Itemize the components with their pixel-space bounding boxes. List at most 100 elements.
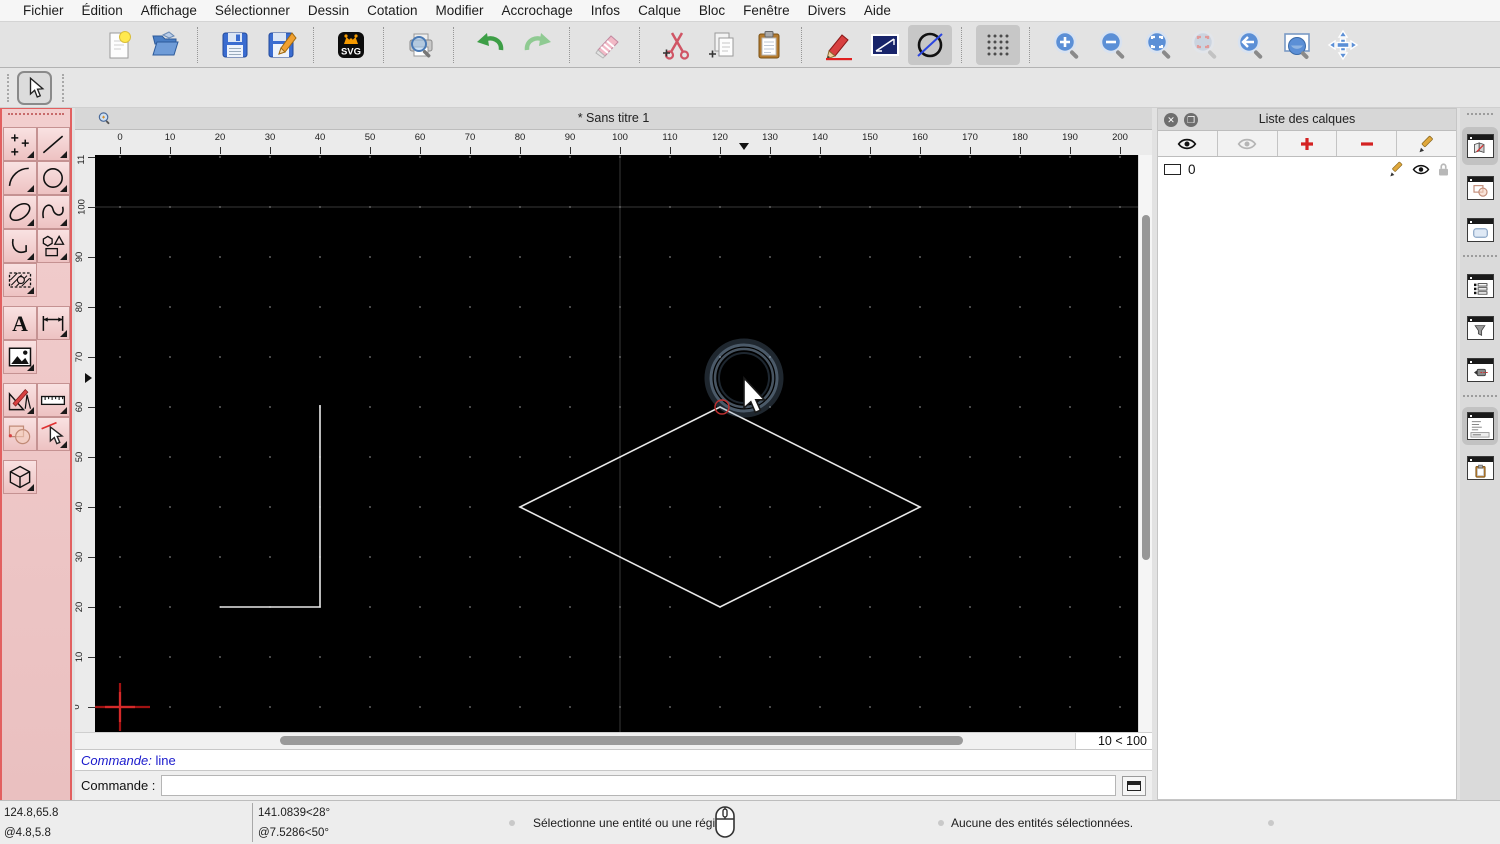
print-preview-button[interactable] [398, 24, 444, 66]
edit-layer-button[interactable] [1397, 131, 1456, 156]
line-attributes-button[interactable] [862, 24, 908, 66]
hruler-tick-label: 40 [314, 132, 326, 143]
image-tool[interactable] [3, 340, 37, 374]
dock-filter-button[interactable] [1462, 309, 1498, 347]
horizontal-scrollbar-thumb[interactable] [280, 736, 963, 745]
layer-color-swatch[interactable] [1164, 163, 1181, 175]
menu-item-fenetre[interactable]: Fenêtre [734, 3, 799, 18]
shapes-tool[interactable] [36, 229, 70, 263]
undo-icon [477, 32, 504, 50]
dock-blocks-button[interactable] [1462, 169, 1498, 207]
menu-item-cotation[interactable]: Cotation [358, 3, 426, 18]
float-panel-button[interactable]: ❐ [1184, 113, 1198, 127]
delete-button[interactable] [584, 24, 630, 66]
layers-toolbar [1158, 131, 1456, 157]
dimension-tool[interactable] [36, 306, 70, 340]
ellipse-tool[interactable] [3, 195, 37, 229]
hide-all-layers-button[interactable] [1218, 131, 1278, 156]
save-as-button[interactable] [258, 24, 304, 66]
arc-tool[interactable] [3, 161, 37, 195]
dock-clipboard-button[interactable] [1462, 449, 1498, 487]
menu-item-calque[interactable]: Calque [629, 3, 690, 18]
open-file-button[interactable] [142, 24, 188, 66]
add-layer-button[interactable] [1278, 131, 1338, 156]
zoom-in-button[interactable] [1044, 24, 1090, 66]
toolbar-separator [197, 26, 209, 63]
zoom-window-button[interactable] [1274, 24, 1320, 66]
modify-tool[interactable] [3, 383, 37, 417]
eraser-icon [595, 34, 619, 59]
dock-command-button[interactable] [1462, 407, 1498, 445]
circle-attributes-button[interactable] [908, 24, 952, 65]
menu-item-modifier[interactable]: Modifier [426, 3, 492, 18]
menu-item-divers[interactable]: Divers [799, 3, 855, 18]
close-panel-button[interactable]: ✕ [1164, 113, 1178, 127]
command-input[interactable] [161, 775, 1116, 796]
show-all-layers-button[interactable] [1158, 131, 1218, 156]
layers-panel-header: ✕ ❐ Liste des calques [1158, 109, 1456, 131]
menu-item-dessin[interactable]: Dessin [299, 3, 358, 18]
command-window-icon [1466, 412, 1494, 440]
grid-toggle-button[interactable] [976, 24, 1020, 65]
points-tool[interactable] [3, 127, 37, 161]
zoom-pan-icon [1327, 29, 1359, 60]
remove-layer-button[interactable] [1337, 131, 1398, 156]
dock-entity-list-button[interactable] [1462, 267, 1498, 305]
circle-tool[interactable] [36, 161, 70, 195]
vruler-tick [88, 557, 95, 558]
zoom-redraw-button[interactable] [1228, 24, 1274, 66]
hruler-tick [270, 147, 271, 154]
hruler-cursor-marker [739, 143, 749, 150]
vruler-tick [88, 407, 95, 408]
select-tool-button[interactable] [17, 71, 52, 105]
hruler-tick-label: 20 [214, 132, 226, 143]
save-button[interactable] [212, 24, 258, 66]
polyline-tool[interactable] [3, 229, 37, 263]
svg-text:SVG: SVG [341, 46, 361, 57]
zoom-previous-button[interactable] [1182, 24, 1228, 66]
menu-item-edition[interactable]: Édition [73, 3, 132, 18]
cut-button[interactable] [654, 24, 700, 66]
select-entity-tool[interactable] [36, 417, 70, 451]
spline-tool[interactable] [36, 195, 70, 229]
hruler-tick [370, 147, 371, 154]
undo-button[interactable] [468, 24, 514, 66]
menu-item-aide[interactable]: Aide [855, 3, 900, 18]
zoom-out-button[interactable] [1090, 24, 1136, 66]
block-tool[interactable] [3, 460, 37, 494]
menu-item-infos[interactable]: Infos [582, 3, 629, 18]
layer-lock-icon[interactable] [1437, 162, 1450, 177]
menu-item-selectionner[interactable]: Sélectionner [206, 3, 299, 18]
menu-item-affichage[interactable]: Affichage [132, 3, 206, 18]
order-tool[interactable] [3, 417, 37, 451]
zoom-pan-button[interactable] [1320, 24, 1366, 66]
export-svg-button[interactable]: SVG [328, 24, 374, 66]
hruler-tick-label: 140 [812, 132, 828, 143]
drawing-canvas[interactable] [95, 155, 1138, 732]
hatch-tool[interactable] [3, 263, 37, 297]
line-tool[interactable] [36, 127, 70, 161]
menu-item-bloc[interactable]: Bloc [690, 3, 734, 18]
menu-item-fichier[interactable]: Fichier [14, 3, 73, 18]
horizontal-scrollbar[interactable] [95, 733, 1075, 749]
save-as-icon [268, 31, 297, 57]
dock-pen-palette-button[interactable] [1462, 351, 1498, 389]
layer-edit-icon[interactable] [1389, 161, 1405, 177]
vruler-tick [88, 607, 95, 608]
new-file-button[interactable] [96, 24, 142, 66]
redo-button[interactable] [514, 24, 560, 66]
vertical-scrollbar[interactable] [1138, 155, 1152, 732]
dock-library-button[interactable] [1462, 211, 1498, 249]
vertical-scrollbar-thumb[interactable] [1141, 215, 1150, 560]
layer-visibility-icon[interactable] [1412, 163, 1430, 176]
measure-tool[interactable] [36, 383, 70, 417]
zoom-auto-button[interactable] [1136, 24, 1182, 66]
pen-attributes-button[interactable] [816, 24, 862, 66]
layer-row[interactable]: 0 [1158, 157, 1456, 181]
copy-button[interactable] [700, 24, 746, 66]
command-window-button[interactable] [1122, 775, 1146, 796]
text-tool[interactable]: A [3, 306, 37, 340]
dock-layers-button[interactable] [1462, 127, 1498, 165]
menu-item-accrochage[interactable]: Accrochage [492, 3, 581, 18]
paste-button[interactable] [746, 24, 792, 66]
